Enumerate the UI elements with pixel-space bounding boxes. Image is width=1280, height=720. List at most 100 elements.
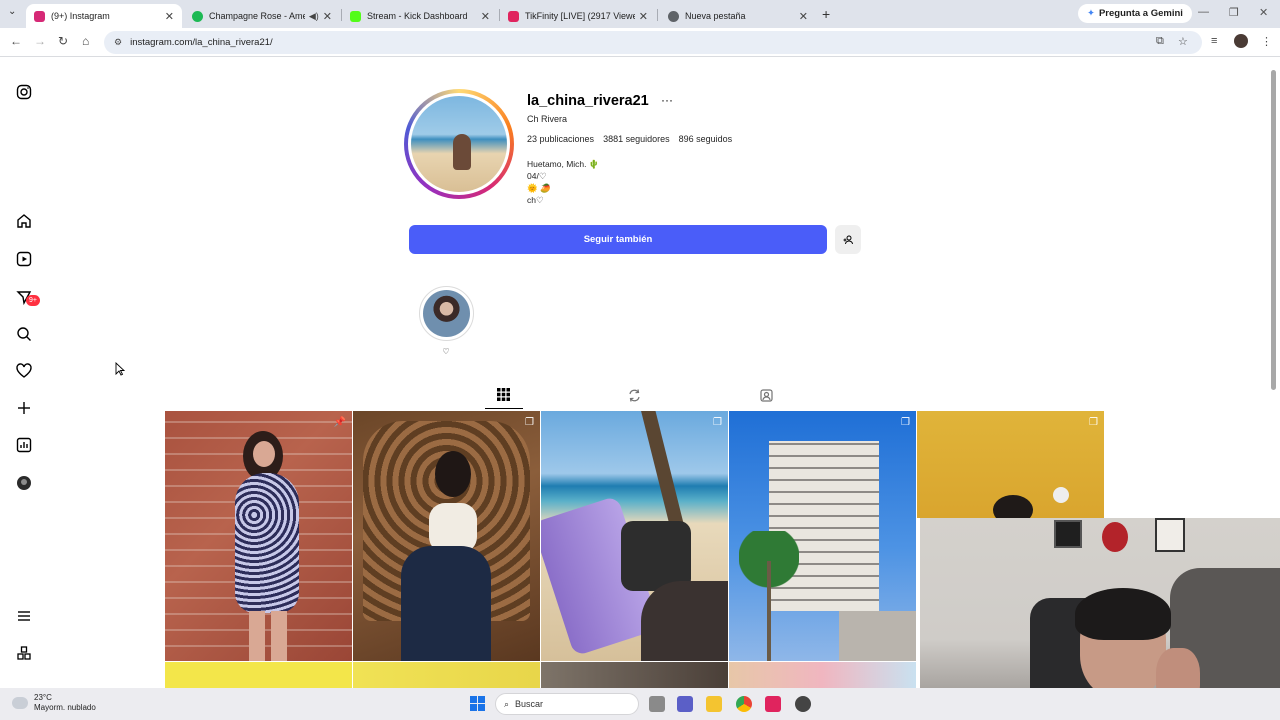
carousel-icon: ❐ (1089, 417, 1098, 428)
post-thumbnail[interactable] (165, 662, 352, 688)
weather-widget[interactable]: 23°C Mayorm. nublado (12, 693, 96, 713)
spotify-favicon-icon (192, 10, 203, 22)
posts-count: 23 publicaciones (527, 134, 595, 144)
close-tab-icon[interactable]: ✕ (481, 10, 490, 23)
close-tab-icon[interactable]: ✕ (165, 10, 174, 23)
browser-tab-strip: ⌄ (9+) Instagram ✕ Champagne Rose - Amen… (0, 0, 1280, 28)
home-icon[interactable] (16, 213, 32, 229)
following-count[interactable]: 896 seguidos (679, 134, 733, 144)
browser-toolbar: ← → ↻ ⌂ ⚙ instagram.com/la_china_rivera2… (0, 28, 1280, 57)
tab-title: TikFinity [LIVE] (2917 Viewers) (525, 11, 635, 21)
post-thumbnail[interactable]: ❐ (917, 411, 1104, 518)
tab-tikfinity[interactable]: TikFinity [LIVE] (2917 Viewers) ✕ (500, 4, 656, 28)
url-text: instagram.com/la_china_rivera21/ (130, 37, 273, 48)
post-thumbnail[interactable]: ❐ (541, 411, 728, 661)
search-icon: ⌕ (504, 698, 510, 709)
story-highlight-label: ♡ (442, 347, 450, 356)
file-explorer-icon[interactable] (706, 696, 722, 712)
profile-stats: 23 publicaciones 3881 seguidores 896 seg… (527, 134, 732, 144)
post-thumbnail[interactable] (353, 662, 540, 688)
media-controls-icon[interactable]: ≡ (1211, 35, 1217, 47)
restore-icon[interactable]: ❐ (1229, 6, 1239, 19)
followers-count[interactable]: 3881 seguidores (603, 134, 670, 144)
obs-icon[interactable] (795, 696, 811, 712)
bio-line-date: 04/♡ (527, 171, 547, 181)
speaker-icon[interactable]: ◀) (309, 11, 319, 22)
follow-back-button[interactable]: Seguir también (409, 225, 827, 254)
suggested-users-button[interactable] (835, 225, 861, 254)
bio-line-text: ch♡ (527, 195, 544, 205)
mouse-cursor-icon (115, 362, 125, 376)
dashboard-icon[interactable] (16, 437, 32, 453)
search-placeholder: Buscar (515, 699, 544, 709)
taskbar-search[interactable]: ⌕ Buscar (495, 693, 639, 715)
carousel-icon: ❐ (713, 417, 722, 428)
wall-frame (1155, 518, 1185, 552)
reload-icon[interactable]: ↻ (58, 34, 68, 48)
profile-picture[interactable] (408, 93, 510, 195)
active-tab-indicator (485, 408, 523, 409)
install-app-icon[interactable]: ⧉ (1156, 35, 1164, 48)
tab-new-tab[interactable]: Nueva pestaña ✕ (660, 4, 816, 28)
site-info-icon[interactable]: ⚙ (114, 37, 122, 48)
new-tab-plus-icon[interactable]: + (822, 6, 830, 22)
tab-title: Champagne Rose - Amenaz (209, 11, 305, 21)
profile-avatar[interactable] (1234, 34, 1248, 48)
tab-posts-grid-icon[interactable] (497, 388, 510, 401)
minimize-icon[interactable]: — (1198, 6, 1209, 18)
create-plus-icon[interactable] (16, 400, 32, 416)
post-thumbnail[interactable] (541, 662, 728, 688)
profile-full-name: Ch Rivera (527, 114, 568, 124)
bookmark-star-icon[interactable]: ☆ (1178, 35, 1188, 48)
task-view-icon[interactable] (649, 696, 665, 712)
menu-kebab-icon[interactable]: ⋮ (1261, 35, 1272, 48)
menu-hamburger-icon[interactable] (16, 608, 32, 624)
tab-kick[interactable]: Stream - Kick Dashboard ✕ (342, 4, 498, 28)
post-thumbnail[interactable]: ❐ (729, 411, 916, 661)
tab-list-chevron-icon[interactable]: ⌄ (8, 6, 16, 17)
more-apps-icon[interactable] (16, 645, 32, 661)
teams-icon[interactable] (677, 696, 693, 712)
chrome-icon[interactable] (736, 696, 752, 712)
instagram-logo-icon[interactable] (16, 84, 32, 100)
tab-spotify[interactable]: Champagne Rose - Amenaz ◀) ✕ (184, 4, 340, 28)
search-icon[interactable] (16, 326, 32, 342)
tab-title: Nueva pestaña (685, 11, 746, 21)
post-thumbnail[interactable] (729, 662, 916, 688)
instagram-favicon-icon (34, 10, 45, 22)
post-thumbnail[interactable]: ❐ (353, 411, 540, 661)
profile-picture-figure (453, 134, 471, 170)
heart-icon[interactable] (16, 363, 32, 379)
close-tab-icon[interactable]: ✕ (639, 10, 648, 23)
cloud-icon (12, 697, 28, 709)
tikfinity-icon[interactable] (765, 696, 781, 712)
tab-tagged-icon[interactable] (760, 389, 773, 402)
close-tab-icon[interactable]: ✕ (799, 10, 808, 23)
close-tab-icon[interactable]: ✕ (323, 10, 332, 23)
weather-condition: Mayorm. nublado (34, 703, 96, 712)
gemini-label: Pregunta a Gemini (1098, 8, 1183, 19)
back-arrow-icon[interactable]: ← (10, 34, 22, 48)
tab-reposts-icon[interactable] (628, 389, 641, 402)
post-thumbnail[interactable]: 📌 (165, 411, 352, 661)
pinned-icon: 📌 (333, 417, 346, 428)
tikfinity-favicon-icon (508, 10, 519, 22)
address-bar[interactable]: ⚙ instagram.com/la_china_rivera21/ (104, 31, 1202, 54)
reels-icon[interactable] (16, 251, 32, 267)
wall-poster (1054, 520, 1082, 548)
tab-title: (9+) Instagram (51, 11, 110, 21)
streamer-hair (1075, 588, 1171, 640)
story-highlight-image[interactable] (423, 290, 470, 337)
page-scrollbar[interactable] (1271, 70, 1276, 390)
add-user-icon (843, 235, 853, 244)
ask-gemini-button[interactable]: ✦ Pregunta a Gemini (1078, 4, 1192, 23)
close-window-icon[interactable]: ✕ (1259, 6, 1268, 19)
profile-avatar-icon[interactable] (16, 475, 32, 491)
profile-username: la_china_rivera21 (527, 93, 649, 109)
tab-separator (657, 9, 658, 21)
more-options-icon[interactable]: ··· (661, 93, 673, 107)
tab-instagram[interactable]: (9+) Instagram ✕ (26, 4, 182, 28)
windows-start-icon[interactable] (470, 696, 485, 711)
forward-arrow-icon[interactable]: → (34, 34, 46, 48)
home-icon[interactable]: ⌂ (82, 34, 89, 48)
